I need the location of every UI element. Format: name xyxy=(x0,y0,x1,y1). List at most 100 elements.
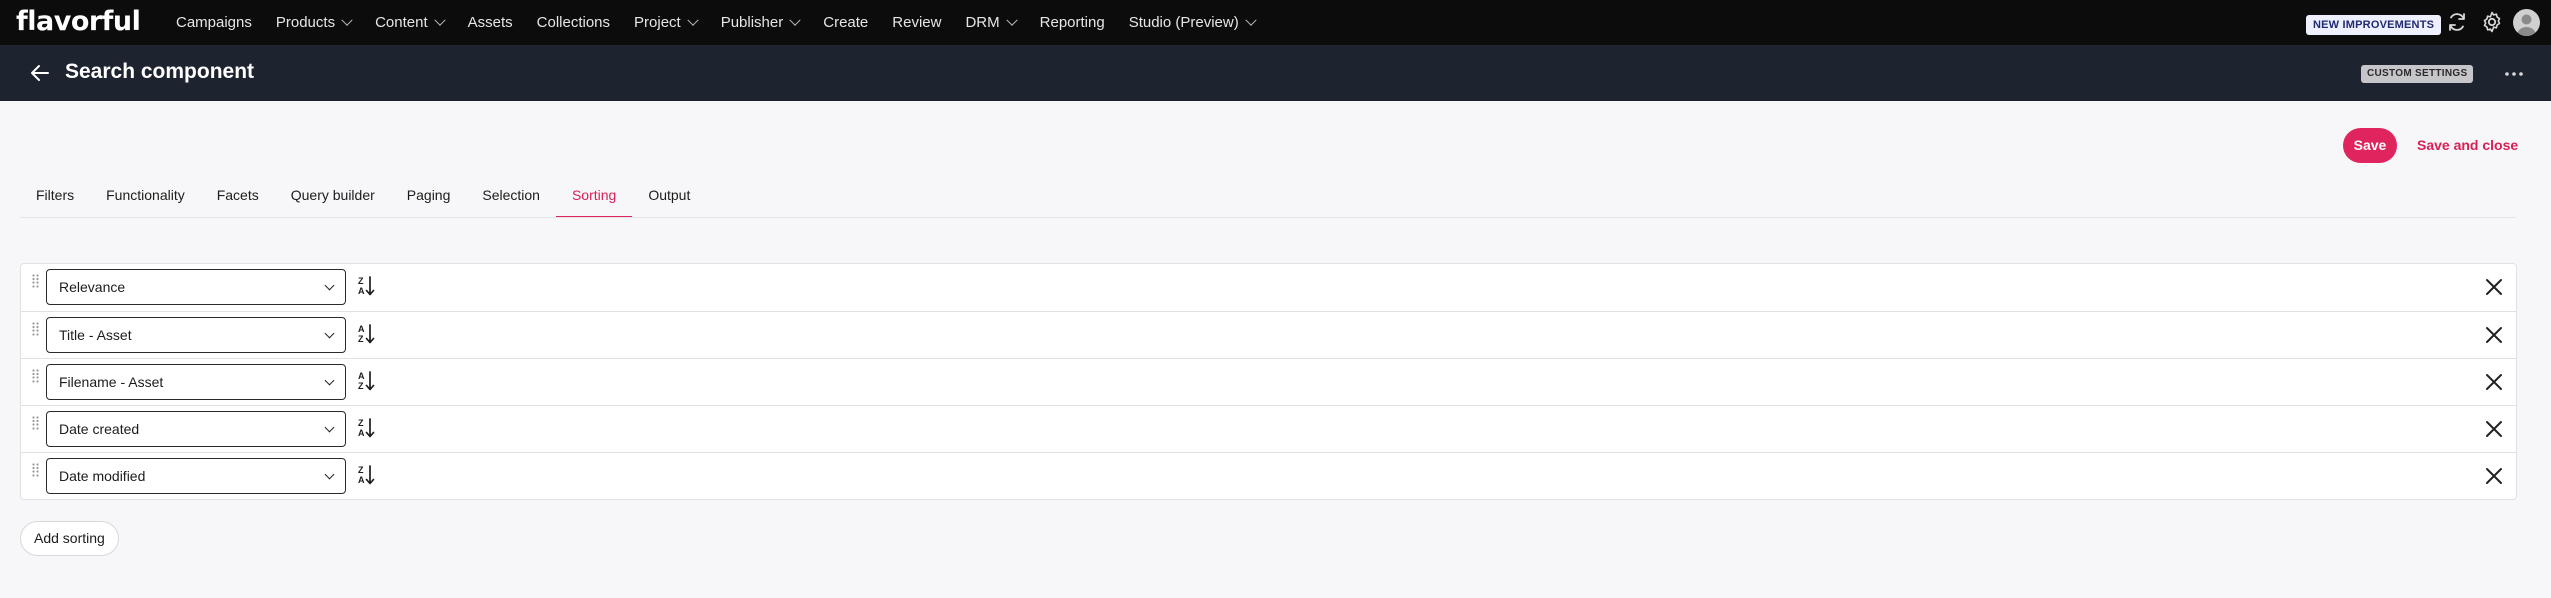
chevron-down-icon xyxy=(324,328,335,339)
sorting-list: Relevance Z A Title - Asset A Z Filename - Ass… xyxy=(20,263,2517,500)
sorting-row: Title - Asset A Z xyxy=(21,311,2516,358)
nav-item-label: Assets xyxy=(467,14,513,31)
nav-item-label: Content xyxy=(375,14,428,31)
chevron-down-icon xyxy=(324,422,335,433)
nav-item-content[interactable]: Content xyxy=(375,14,446,31)
nav-item-label: Reporting xyxy=(1039,14,1105,31)
add-sorting-button[interactable]: Add sorting xyxy=(20,521,119,556)
nav-item-label: Studio (Preview) xyxy=(1128,14,1239,31)
close-icon[interactable] xyxy=(2483,418,2505,440)
close-icon[interactable] xyxy=(2483,371,2505,393)
close-icon[interactable] xyxy=(2483,276,2505,298)
settings-tabs: Filters Functionality Facets Query builder P… xyxy=(20,178,706,218)
nav-item-studio-preview[interactable]: Studio (Preview) xyxy=(1128,14,1257,31)
sort-field-select[interactable]: Date modified xyxy=(46,458,346,494)
user-icon xyxy=(2516,14,2537,36)
drag-handle-icon[interactable] xyxy=(32,369,39,383)
sort-za-icon[interactable]: ZA xyxy=(355,275,377,297)
nav-item-label: Collections xyxy=(536,14,611,31)
user-avatar[interactable] xyxy=(2513,9,2540,36)
chevron-down-icon xyxy=(1245,14,1257,26)
nav-item-reporting[interactable]: Reporting xyxy=(1040,14,1105,31)
tab-output[interactable]: Output xyxy=(632,178,706,218)
tab-selection[interactable]: Selection xyxy=(466,178,556,218)
nav-item-label: DRM xyxy=(965,14,1000,31)
drag-handle-icon[interactable] xyxy=(32,322,39,336)
sort-field-value: Filename - Asset xyxy=(59,374,164,390)
nav-item-assets[interactable]: Assets xyxy=(468,14,513,31)
drag-handle-icon[interactable] xyxy=(32,416,39,430)
sort-field-select[interactable]: Title - Asset xyxy=(46,317,346,353)
chevron-down-icon xyxy=(789,14,801,26)
svg-text:Z: Z xyxy=(358,276,364,286)
sort-field-value: Date modified xyxy=(59,468,146,484)
page-title: Search component xyxy=(65,60,255,83)
tab-paging[interactable]: Paging xyxy=(391,178,467,218)
nav-item-label: Products xyxy=(275,14,336,31)
tab-facets[interactable]: Facets xyxy=(201,178,275,218)
nav-menu: Campaigns Products Content Assets Collection… xyxy=(176,0,1279,45)
nav-item-products[interactable]: Products xyxy=(275,14,353,31)
chevron-down-icon xyxy=(1005,14,1018,26)
sort-field-value: Relevance xyxy=(59,279,126,295)
chevron-down-icon xyxy=(324,280,335,291)
nav-item-drm[interactable]: DRM xyxy=(965,14,1018,31)
sort-za-icon[interactable]: ZA xyxy=(355,417,377,439)
tabs-divider xyxy=(20,217,2516,218)
tab-sorting[interactable]: Sorting xyxy=(555,178,633,218)
svg-text:A: A xyxy=(358,475,365,485)
new-improvements-button[interactable]: NEW IMPROVEMENTS xyxy=(2306,15,2442,35)
chevron-down-icon xyxy=(324,375,335,386)
chevron-down-icon xyxy=(341,14,353,26)
nav-item-label: Review xyxy=(892,14,942,31)
svg-text:Z: Z xyxy=(358,465,364,475)
sort-za-icon[interactable]: ZA xyxy=(355,464,377,486)
sort-field-select[interactable]: Date created xyxy=(46,411,346,447)
svg-text:Z: Z xyxy=(358,381,364,391)
sort-field-value: Date created xyxy=(59,421,140,437)
sort-field-select[interactable]: Relevance xyxy=(46,269,346,305)
sync-icon[interactable] xyxy=(2445,10,2469,34)
nav-item-publisher[interactable]: Publisher xyxy=(720,14,801,31)
sorting-row: Date created Z A xyxy=(21,405,2516,452)
arrow-left-icon[interactable] xyxy=(28,61,52,85)
drag-handle-icon[interactable] xyxy=(32,463,39,477)
gear-icon[interactable] xyxy=(2480,10,2504,34)
close-icon[interactable] xyxy=(2483,324,2505,346)
nav-item-create[interactable]: Create xyxy=(823,14,868,31)
svg-text:A: A xyxy=(358,286,365,296)
sorting-row: Filename - Asset A Z xyxy=(21,358,2516,405)
tab-filters[interactable]: Filters xyxy=(20,178,90,218)
app-logo[interactable]: flavorful xyxy=(16,5,141,39)
page-header: Search component CUSTOM SETTINGS xyxy=(0,45,2551,101)
save-and-close-button[interactable]: Save and close xyxy=(2417,128,2518,163)
svg-text:A: A xyxy=(358,324,365,334)
chevron-down-icon xyxy=(433,14,446,26)
svg-text:A: A xyxy=(358,371,365,381)
sort-az-icon[interactable]: AZ xyxy=(355,370,377,392)
nav-item-label: Publisher xyxy=(720,14,784,31)
top-navigation: flavorful Campaigns Products Content Assets… xyxy=(0,0,2551,45)
sorting-row: Relevance Z A xyxy=(21,264,2516,311)
sort-az-icon[interactable]: AZ xyxy=(355,323,377,345)
chevron-down-icon xyxy=(687,14,699,26)
nav-item-campaigns[interactable]: Campaigns xyxy=(176,14,252,31)
svg-text:Z: Z xyxy=(358,418,364,428)
tab-query-builder[interactable]: Query builder xyxy=(275,178,391,218)
nav-item-project[interactable]: Project xyxy=(634,14,699,31)
nav-item-label: Campaigns xyxy=(176,14,252,31)
more-dots-icon[interactable] xyxy=(2502,62,2526,86)
tab-functionality[interactable]: Functionality xyxy=(90,178,201,218)
drag-handle-icon[interactable] xyxy=(32,274,39,288)
chevron-down-icon xyxy=(324,469,335,480)
close-icon[interactable] xyxy=(2483,465,2505,487)
nav-item-label: Create xyxy=(823,14,869,31)
nav-item-label: Project xyxy=(634,14,681,31)
nav-item-collections[interactable]: Collections xyxy=(537,14,610,31)
svg-text:A: A xyxy=(358,428,365,438)
nav-item-review[interactable]: Review xyxy=(892,14,941,31)
sorting-row: Date modified Z A xyxy=(21,452,2516,499)
save-button[interactable]: Save xyxy=(2343,128,2397,163)
sort-field-select[interactable]: Filename - Asset xyxy=(46,364,346,400)
sort-field-value: Title - Asset xyxy=(59,327,132,343)
